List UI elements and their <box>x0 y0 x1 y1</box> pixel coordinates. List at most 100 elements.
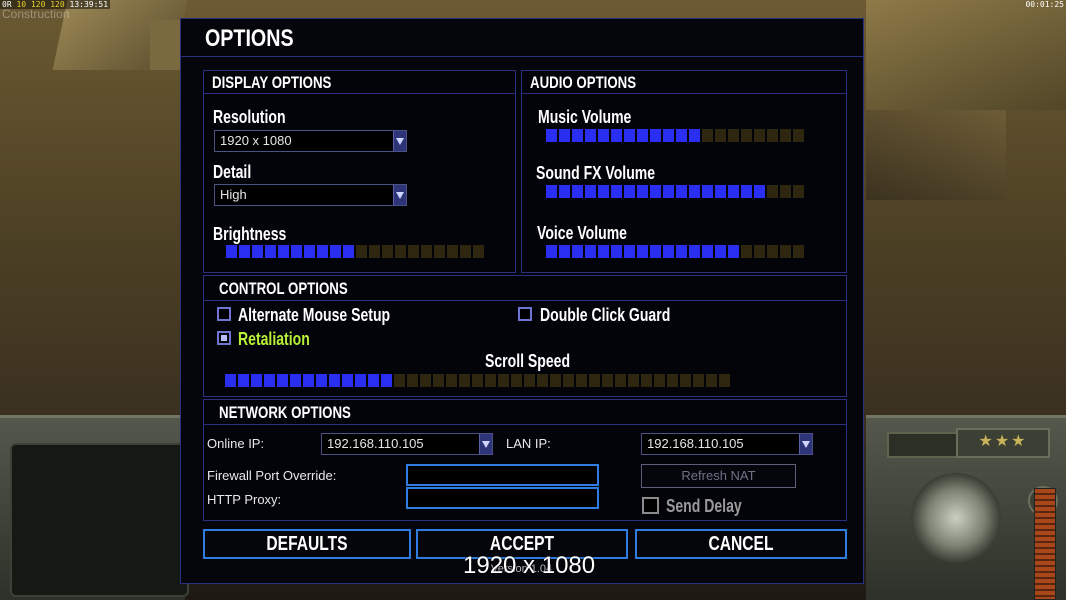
slider-segment[interactable] <box>654 374 665 387</box>
slider-segment[interactable] <box>611 185 622 198</box>
double-click-guard-label[interactable]: Double Click Guard <box>540 305 670 326</box>
chevron-down-icon[interactable] <box>393 185 406 205</box>
slider-segment[interactable] <box>663 129 674 142</box>
slider-segment[interactable] <box>637 185 648 198</box>
firewall-port-input[interactable] <box>406 464 599 486</box>
slider-segment[interactable] <box>611 245 622 258</box>
slider-segment[interactable] <box>780 185 791 198</box>
slider-segment[interactable] <box>264 374 275 387</box>
slider-segment[interactable] <box>447 245 458 258</box>
slider-segment[interactable] <box>650 185 661 198</box>
retaliation-checkbox[interactable] <box>217 331 231 345</box>
slider-segment[interactable] <box>546 245 557 258</box>
slider-segment[interactable] <box>355 374 366 387</box>
slider-segment[interactable] <box>780 129 791 142</box>
slider-segment[interactable] <box>277 374 288 387</box>
slider-segment[interactable] <box>238 374 249 387</box>
slider-segment[interactable] <box>550 374 561 387</box>
slider-segment[interactable] <box>715 185 726 198</box>
slider-segment[interactable] <box>576 374 587 387</box>
slider-segment[interactable] <box>706 374 717 387</box>
slider-segment[interactable] <box>369 245 380 258</box>
slider-segment[interactable] <box>754 245 765 258</box>
slider-segment[interactable] <box>408 245 419 258</box>
slider-segment[interactable] <box>663 245 674 258</box>
slider-segment[interactable] <box>572 245 583 258</box>
slider-segment[interactable] <box>291 245 302 258</box>
slider-segment[interactable] <box>316 374 327 387</box>
slider-segment[interactable] <box>546 129 557 142</box>
slider-segment[interactable] <box>650 129 661 142</box>
resolution-dropdown[interactable]: 1920 x 1080 <box>214 130 407 152</box>
slider-segment[interactable] <box>598 245 609 258</box>
slider-segment[interactable] <box>290 374 301 387</box>
defaults-button[interactable]: DEFAULTS <box>203 529 411 559</box>
slider-segment[interactable] <box>239 245 250 258</box>
slider-segment[interactable] <box>537 374 548 387</box>
lan-ip-dropdown[interactable]: 192.168.110.105 <box>641 433 813 455</box>
slider-segment[interactable] <box>585 185 596 198</box>
slider-segment[interactable] <box>407 374 418 387</box>
sound-fx-volume-slider[interactable] <box>546 185 804 198</box>
slider-segment[interactable] <box>780 245 791 258</box>
slider-segment[interactable] <box>793 129 804 142</box>
slider-segment[interactable] <box>728 185 739 198</box>
scroll-speed-slider[interactable] <box>225 374 730 387</box>
slider-segment[interactable] <box>741 245 752 258</box>
slider-segment[interactable] <box>767 129 778 142</box>
slider-segment[interactable] <box>741 185 752 198</box>
detail-dropdown[interactable]: High <box>214 184 407 206</box>
slider-segment[interactable] <box>728 245 739 258</box>
slider-segment[interactable] <box>265 245 276 258</box>
double-click-guard-checkbox[interactable] <box>518 307 532 321</box>
slider-segment[interactable] <box>598 185 609 198</box>
slider-segment[interactable] <box>793 245 804 258</box>
slider-segment[interactable] <box>702 129 713 142</box>
slider-segment[interactable] <box>343 245 354 258</box>
slider-segment[interactable] <box>485 374 496 387</box>
slider-segment[interactable] <box>226 245 237 258</box>
slider-segment[interactable] <box>278 245 289 258</box>
slider-segment[interactable] <box>728 129 739 142</box>
slider-segment[interactable] <box>421 245 432 258</box>
slider-segment[interactable] <box>559 245 570 258</box>
slider-segment[interactable] <box>615 374 626 387</box>
hud-tab-button[interactable] <box>887 432 961 458</box>
slider-segment[interactable] <box>356 245 367 258</box>
slider-segment[interactable] <box>459 374 470 387</box>
slider-segment[interactable] <box>693 374 704 387</box>
slider-segment[interactable] <box>304 245 315 258</box>
slider-segment[interactable] <box>395 245 406 258</box>
slider-segment[interactable] <box>225 374 236 387</box>
rank-stars-icon[interactable]: ★★★ <box>956 428 1050 458</box>
slider-segment[interactable] <box>394 374 405 387</box>
slider-segment[interactable] <box>303 374 314 387</box>
slider-segment[interactable] <box>473 245 484 258</box>
slider-segment[interactable] <box>342 374 353 387</box>
slider-segment[interactable] <box>702 185 713 198</box>
slider-segment[interactable] <box>559 185 570 198</box>
slider-segment[interactable] <box>434 245 445 258</box>
slider-segment[interactable] <box>446 374 457 387</box>
slider-segment[interactable] <box>793 185 804 198</box>
chevron-down-icon[interactable] <box>799 434 812 454</box>
slider-segment[interactable] <box>719 374 730 387</box>
slider-segment[interactable] <box>650 245 661 258</box>
slider-segment[interactable] <box>329 374 340 387</box>
slider-segment[interactable] <box>585 245 596 258</box>
slider-segment[interactable] <box>433 374 444 387</box>
slider-segment[interactable] <box>572 185 583 198</box>
slider-segment[interactable] <box>641 374 652 387</box>
refresh-nat-button[interactable]: Refresh NAT <box>641 464 796 488</box>
slider-segment[interactable] <box>667 374 678 387</box>
slider-segment[interactable] <box>524 374 535 387</box>
slider-segment[interactable] <box>754 185 765 198</box>
slider-segment[interactable] <box>689 245 700 258</box>
slider-segment[interactable] <box>460 245 471 258</box>
chevron-down-icon[interactable] <box>479 434 492 454</box>
slider-segment[interactable] <box>676 185 687 198</box>
slider-segment[interactable] <box>330 245 341 258</box>
brightness-slider[interactable] <box>226 245 484 258</box>
slider-segment[interactable] <box>498 374 509 387</box>
slider-segment[interactable] <box>767 185 778 198</box>
